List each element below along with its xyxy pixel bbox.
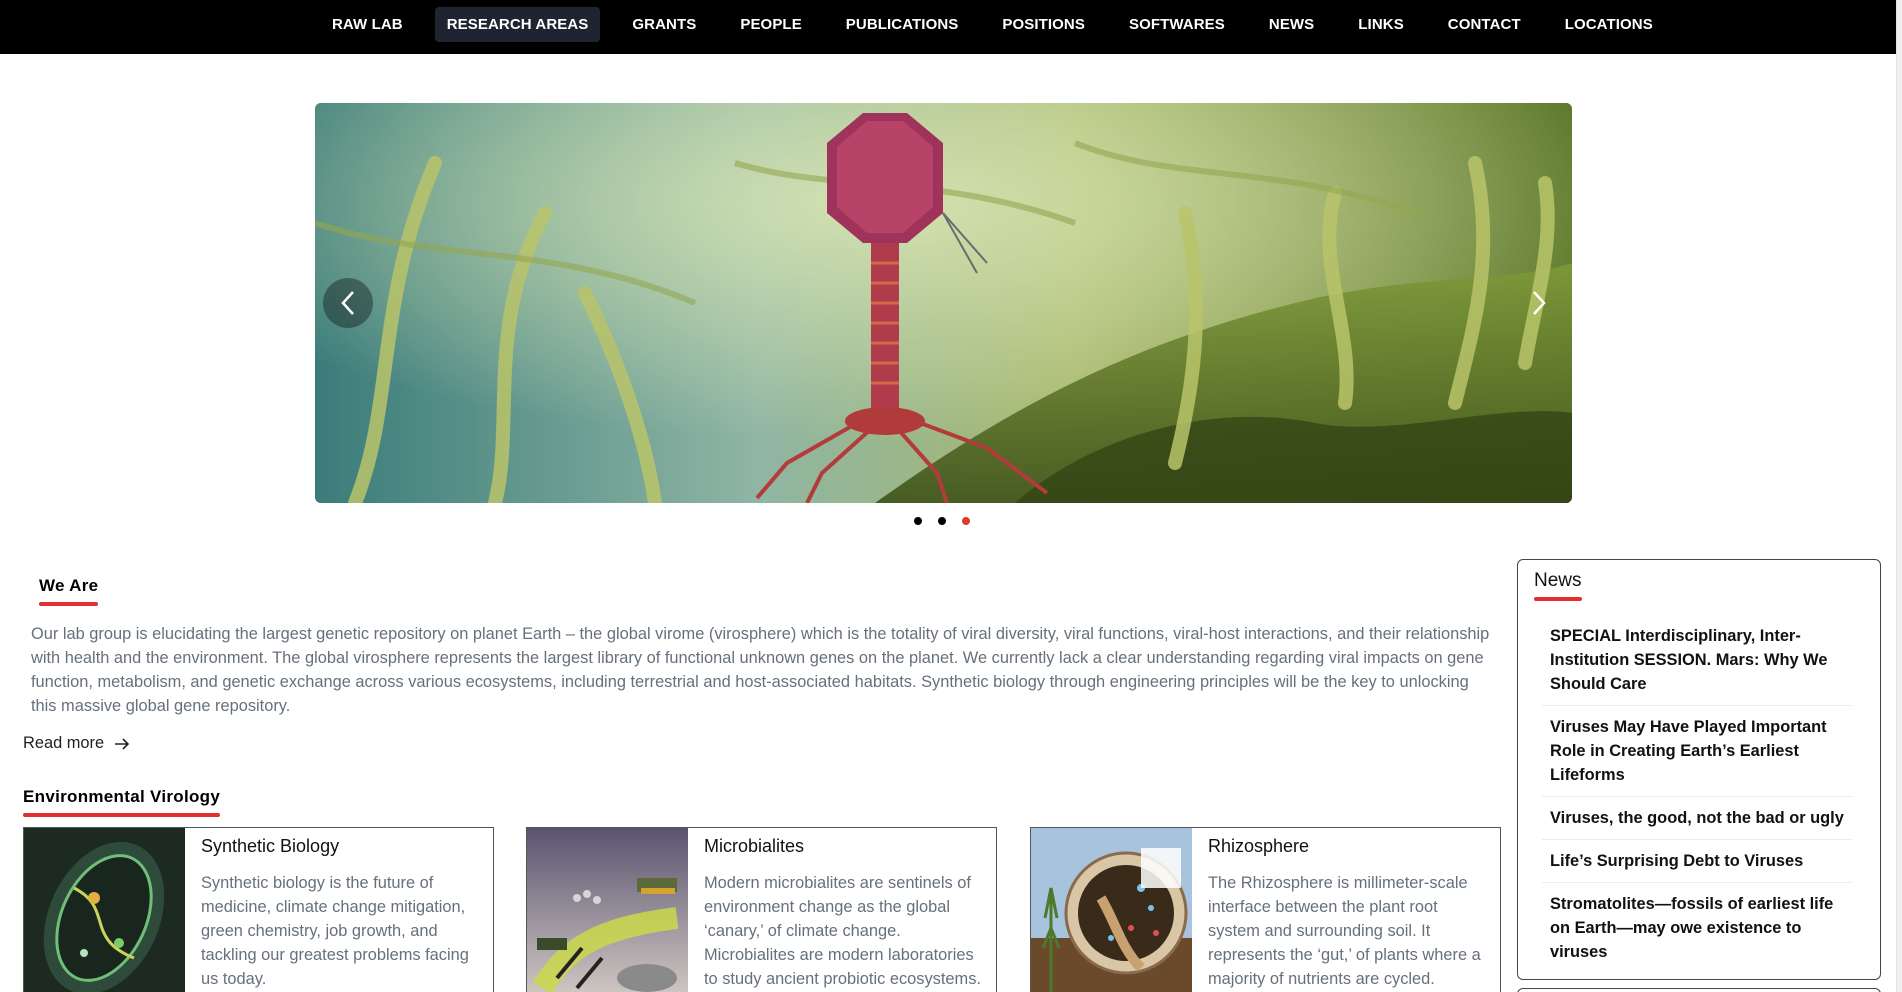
- synthetic-biology-image: [24, 828, 185, 992]
- news-item[interactable]: Viruses, the good, not the bad or ugly: [1542, 806, 1852, 840]
- read-more-link[interactable]: Read more: [23, 734, 130, 753]
- nav-raw-lab[interactable]: RAW LAB: [320, 7, 415, 42]
- arrow-right-icon: [115, 737, 130, 750]
- nav-links[interactable]: LINKS: [1346, 7, 1416, 42]
- nav-menu: RAW LAB RESEARCH AREAS GRANTS PEOPLE PUB…: [320, 7, 1685, 42]
- nav-softwares[interactable]: SOFTWARES: [1117, 7, 1237, 42]
- nav-grants[interactable]: GRANTS: [620, 7, 708, 42]
- news-panel: News SPECIAL Interdisciplinary, Inter-In…: [1517, 559, 1881, 980]
- carousel-next-button[interactable]: [1514, 278, 1564, 328]
- news-item[interactable]: SPECIAL Interdisciplinary, Inter-Institu…: [1542, 624, 1852, 706]
- carousel-indicators: [914, 517, 986, 525]
- rhizosphere-image: [1031, 828, 1192, 992]
- nav-research-areas[interactable]: RESEARCH AREAS: [434, 7, 601, 42]
- card-rhizosphere[interactable]: Rhizosphere The Rhizosphere is millimete…: [1030, 827, 1501, 992]
- carousel-indicator-2[interactable]: [938, 517, 946, 525]
- nav-contact[interactable]: CONTACT: [1436, 7, 1533, 42]
- card-text: Modern microbialites are sentinels of en…: [704, 874, 981, 988]
- nav-publications[interactable]: PUBLICATIONS: [834, 7, 971, 42]
- we-are-text: Our lab group is elucidating the largest…: [31, 625, 1490, 715]
- news-title: News: [1534, 570, 1582, 601]
- carousel-slide-image: [315, 103, 1572, 503]
- card-title: Rhizosphere: [1208, 836, 1310, 856]
- chevron-right-icon: [1533, 291, 1546, 315]
- hero-carousel: [315, 103, 1572, 503]
- news-item[interactable]: Life’s Surprising Debt to Viruses: [1542, 849, 1852, 883]
- we-are-heading: We Are: [39, 576, 98, 606]
- card-title: Microbialites: [704, 836, 805, 856]
- environmental-virology-heading: Environmental Virology: [23, 787, 220, 817]
- secondary-panel: [1517, 988, 1881, 992]
- microbialites-image: [527, 828, 688, 992]
- card-synthetic-biology[interactable]: Synthetic Biology Synthetic biology is t…: [23, 827, 494, 992]
- page-scrollbar[interactable]: [1896, 0, 1902, 992]
- carousel-indicator-1[interactable]: [914, 517, 922, 525]
- card-text: Synthetic biology is the future of medic…: [201, 874, 469, 988]
- card-text: The Rhizosphere is millimeter-scale inte…: [1208, 874, 1481, 988]
- nav-locations[interactable]: LOCATIONS: [1553, 7, 1665, 42]
- carousel-prev-button[interactable]: [323, 278, 373, 328]
- news-item[interactable]: Viruses May Have Played Important Role i…: [1542, 715, 1852, 797]
- read-more-label: Read more: [23, 734, 105, 752]
- top-navbar: RAW LAB RESEARCH AREAS GRANTS PEOPLE PUB…: [0, 0, 1896, 54]
- card-title: Synthetic Biology: [201, 836, 340, 856]
- nav-news[interactable]: NEWS: [1257, 7, 1326, 42]
- carousel-indicator-3[interactable]: [962, 517, 970, 525]
- nav-people[interactable]: PEOPLE: [728, 7, 813, 42]
- chevron-left-icon: [341, 291, 354, 315]
- news-list: SPECIAL Interdisciplinary, Inter-Institu…: [1542, 624, 1852, 982]
- nav-positions[interactable]: POSITIONS: [990, 7, 1097, 42]
- news-item[interactable]: Stromatolites—fossils of earliest life o…: [1542, 892, 1852, 973]
- card-microbialites[interactable]: Microbialites Modern microbialites are s…: [526, 827, 997, 992]
